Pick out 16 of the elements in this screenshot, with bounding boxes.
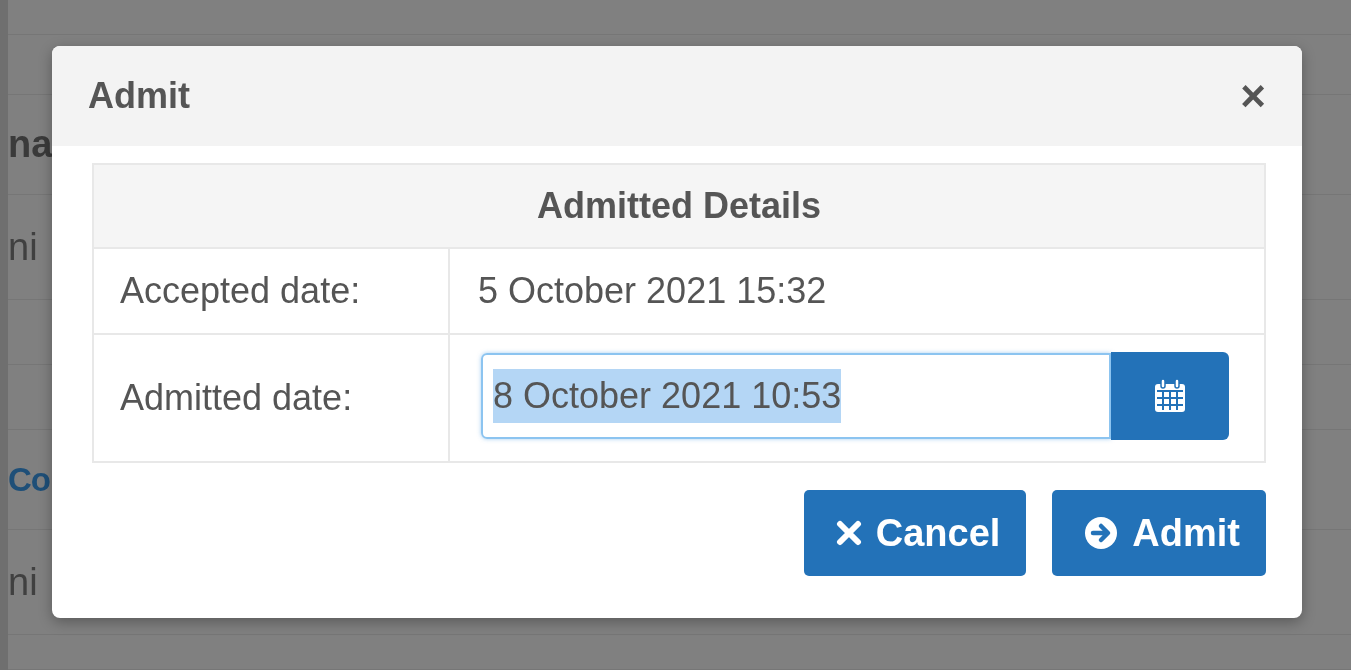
- background-text: ni: [8, 224, 38, 270]
- background-text: na: [8, 122, 53, 167]
- dialog-title: Admit: [88, 74, 190, 118]
- table-heading: Admitted Details: [93, 164, 1265, 248]
- calendar-button[interactable]: [1111, 352, 1229, 440]
- field-label: Accepted date:: [93, 248, 449, 334]
- field-value: 5 October 2021 15:32: [449, 248, 1265, 334]
- background-text: ni: [8, 559, 38, 605]
- arrow-circle-icon: [1084, 516, 1119, 550]
- cancel-button[interactable]: Cancel: [803, 490, 1027, 576]
- close-icon: [835, 520, 862, 546]
- field-label: Admitted date:: [93, 334, 449, 462]
- calendar-icon: [1153, 378, 1187, 414]
- date-input-field[interactable]: 8 October 2021 10:53: [481, 353, 1111, 439]
- admit-button[interactable]: Admit: [1052, 490, 1266, 576]
- close-button[interactable]: ×: [1240, 74, 1266, 118]
